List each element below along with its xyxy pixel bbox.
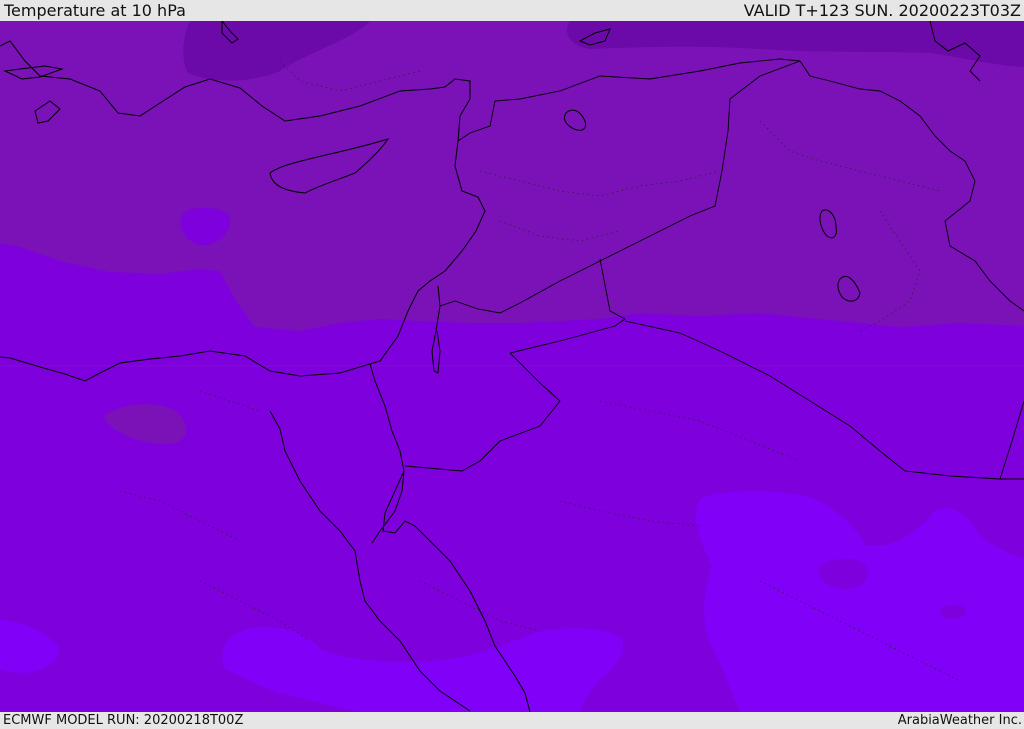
map-title: Temperature at 10 hPa (4, 1, 186, 20)
credit: ArabiaWeather Inc. (897, 713, 1022, 728)
valid-time: VALID T+123 SUN. 20200223T03Z (743, 1, 1021, 20)
header-bar: Temperature at 10 hPa VALID T+123 SUN. 2… (0, 0, 1024, 21)
model-run: ECMWF MODEL RUN: 20200218T00Z (3, 713, 244, 728)
footer-bar: ECMWF MODEL RUN: 20200218T00Z ArabiaWeat… (0, 712, 1024, 729)
temperature-map (0, 21, 1024, 712)
